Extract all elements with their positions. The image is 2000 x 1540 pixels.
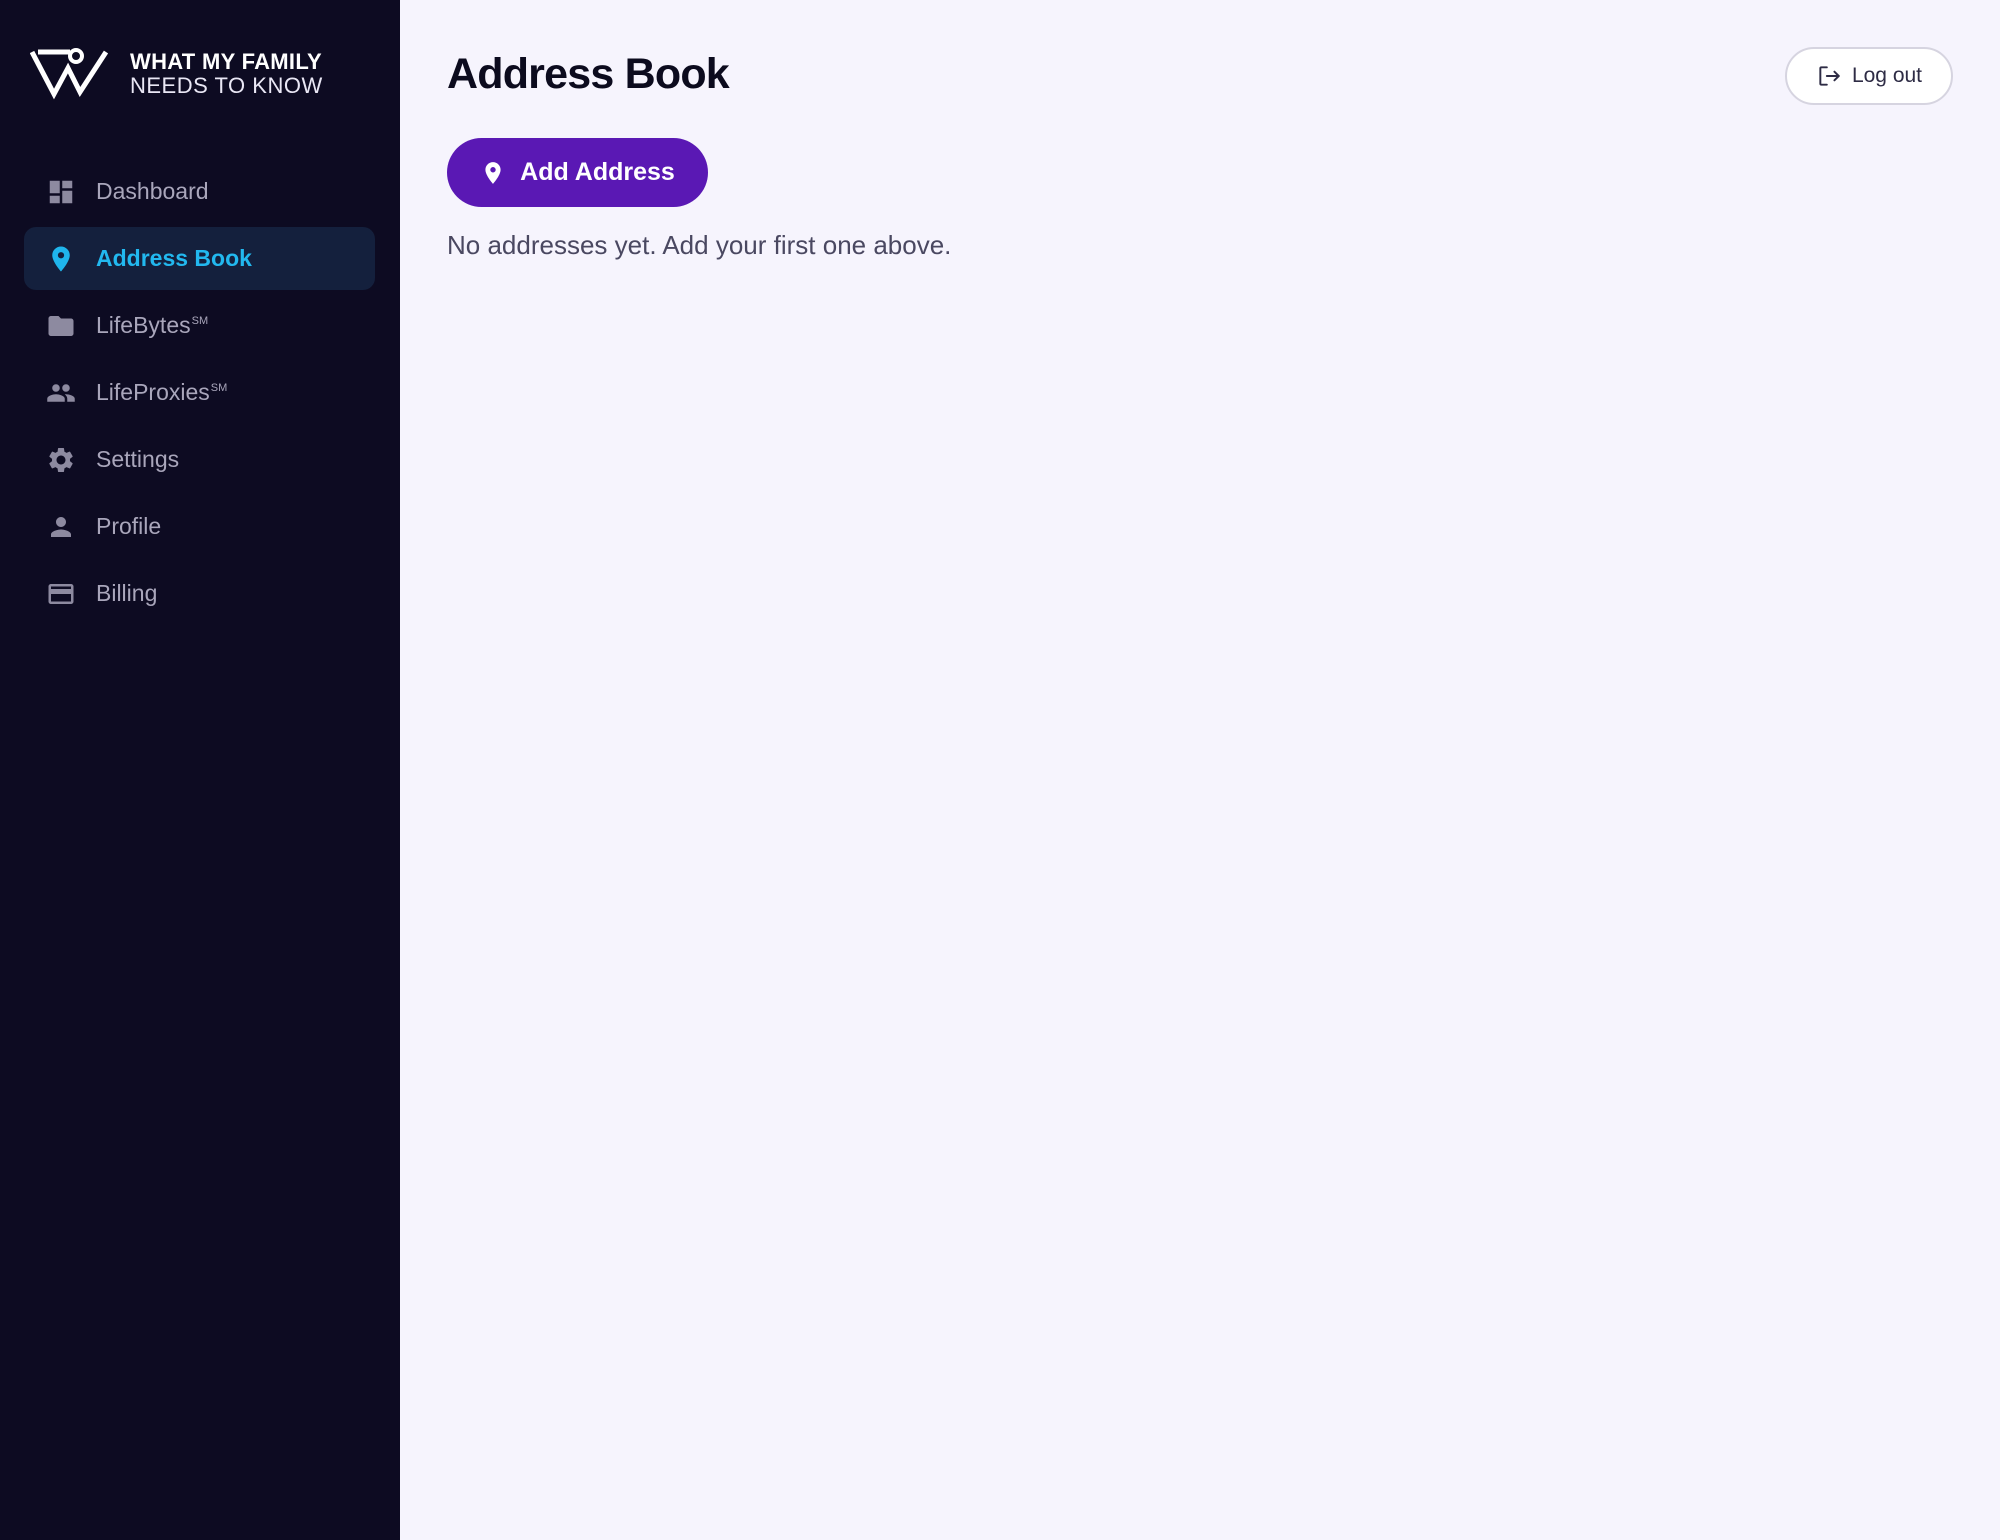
- logout-label: Log out: [1851, 64, 1923, 87]
- brand-logo-icon: [30, 48, 109, 100]
- add-address-label: Add Address: [520, 158, 675, 186]
- page-title: Address Book: [447, 50, 730, 98]
- logout-button[interactable]: Log out: [1785, 47, 1953, 105]
- sidebar-item-lifebytes[interactable]: LifeBytesSM: [24, 294, 375, 357]
- service-mark: SM: [210, 382, 228, 394]
- service-mark: SM: [191, 315, 209, 327]
- sidebar-item-label: Settings: [96, 446, 180, 472]
- sidebar-item-settings[interactable]: Settings: [24, 428, 375, 491]
- main-content: Address Book Log out Add Address No addr…: [400, 0, 2000, 1540]
- sidebar-item-billing[interactable]: Billing: [24, 562, 375, 625]
- sidebar-item-label: LifeBytesSM: [96, 312, 209, 338]
- brand-name-line1: WHAT MY FAMILY: [130, 49, 323, 75]
- sidebar-nav: Dashboard Address Book LifeBytesSM LifeP…: [24, 160, 375, 629]
- brand-name-line2: NEEDS TO KNOW: [130, 73, 323, 98]
- sidebar-item-label: Address Book: [96, 245, 252, 271]
- sidebar-item-label: Billing: [96, 580, 158, 606]
- add-address-button[interactable]: Add Address: [447, 138, 708, 207]
- folder-icon: [46, 311, 76, 341]
- gear-icon: [46, 445, 76, 475]
- sidebar-item-label: Profile: [96, 513, 162, 539]
- people-icon: [46, 378, 76, 408]
- sidebar-item-label: LifeProxiesSM: [96, 379, 228, 405]
- app-shell: WHAT MY FAMILY NEEDS TO KNOW Dashboard A…: [0, 0, 2000, 1540]
- dashboard-icon: [46, 177, 76, 207]
- sidebar-item-address-book[interactable]: Address Book: [24, 227, 375, 290]
- location-pin-icon: [46, 244, 76, 274]
- sidebar-item-profile[interactable]: Profile: [24, 495, 375, 558]
- logout-icon: [1819, 66, 1840, 86]
- person-icon: [46, 512, 76, 542]
- sidebar: WHAT MY FAMILY NEEDS TO KNOW Dashboard A…: [0, 0, 400, 1540]
- location-pin-icon: [485, 161, 501, 184]
- sidebar-item-label: Dashboard: [96, 178, 209, 204]
- empty-state-message: No addresses yet. Add your first one abo…: [447, 230, 952, 260]
- brand[interactable]: WHAT MY FAMILY NEEDS TO KNOW: [30, 46, 323, 102]
- sidebar-item-dashboard[interactable]: Dashboard: [24, 160, 375, 223]
- sidebar-item-lifeproxies[interactable]: LifeProxiesSM: [24, 361, 375, 424]
- brand-text: WHAT MY FAMILY NEEDS TO KNOW: [130, 50, 323, 98]
- credit-card-icon: [46, 579, 76, 609]
